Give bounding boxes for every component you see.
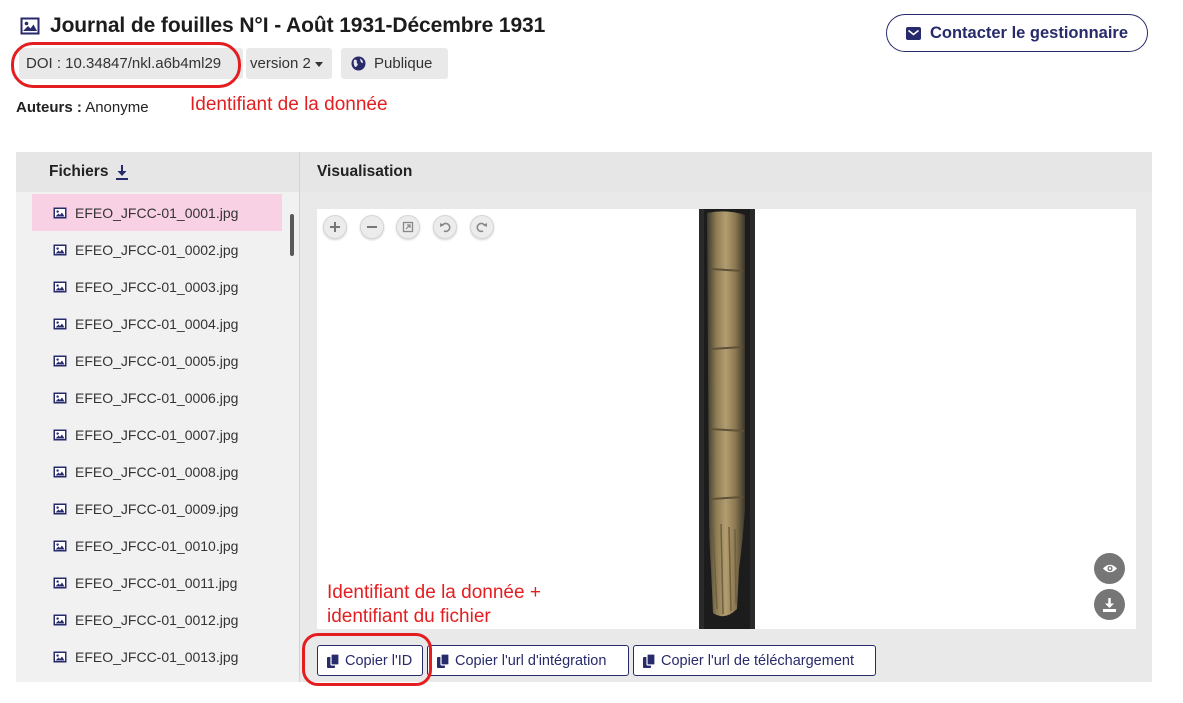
version-dropdown[interactable]: version 2	[246, 48, 332, 79]
file-name: EFEO_JFCC-01_0012.jpg	[75, 611, 239, 628]
image-file-icon	[53, 281, 67, 292]
image-file-icon	[53, 244, 67, 255]
contact-manager-button[interactable]: Contacter le gestionnaire	[886, 14, 1148, 52]
zoom-out-icon	[367, 226, 377, 228]
zoom-out-button[interactable]	[360, 215, 384, 239]
rotate-left-button[interactable]	[433, 215, 457, 239]
copy-download-url-label: Copier l'url de téléchargement	[661, 652, 854, 669]
image-file-icon	[53, 614, 67, 625]
image-file-icon	[53, 429, 67, 440]
download-button[interactable]	[1094, 589, 1125, 620]
image-file-icon	[53, 466, 67, 477]
image-file-icon	[53, 207, 67, 218]
image-file-icon	[53, 392, 67, 403]
file-list-item[interactable]: EFEO_JFCC-01_0010.jpg	[32, 527, 282, 564]
image-file-icon	[53, 318, 67, 329]
file-list-item[interactable]: EFEO_JFCC-01_0012.jpg	[32, 601, 282, 638]
copy-download-url-button[interactable]: Copier l'url de téléchargement	[633, 645, 876, 676]
file-list-item[interactable]: EFEO_JFCC-01_0007.jpg	[32, 416, 282, 453]
authors: Auteurs : Anonyme	[16, 99, 149, 116]
contact-manager-label: Contacter le gestionnaire	[929, 23, 1129, 42]
files-title: Fichiers	[49, 163, 129, 181]
file-list-item[interactable]: EFEO_JFCC-01_0002.jpg	[32, 231, 282, 268]
authors-label: Auteurs :	[16, 99, 82, 116]
version-label: version 2	[250, 55, 311, 72]
file-name: EFEO_JFCC-01_0009.jpg	[75, 500, 239, 517]
file-list-item[interactable]: EFEO_JFCC-01_0013.jpg	[32, 638, 282, 675]
file-list-item[interactable]: EFEO_JFCC-01_0008.jpg	[32, 453, 282, 490]
envelope-icon	[905, 26, 921, 40]
copy-embed-url-label: Copier l'url d'intégration	[455, 652, 607, 669]
file-list-item[interactable]: EFEO_JFCC-01_0001.jpg	[32, 194, 282, 231]
file-list-item[interactable]: EFEO_JFCC-01_0009.jpg	[32, 490, 282, 527]
files-title-label: Fichiers	[49, 163, 109, 180]
authors-value: Anonyme	[85, 99, 149, 116]
file-list-item[interactable]: EFEO_JFCC-01_0005.jpg	[32, 342, 282, 379]
rotate-left-icon	[440, 222, 451, 233]
visualisation-title: Visualisation	[317, 163, 413, 180]
rotate-right-icon	[476, 222, 487, 233]
file-list-item[interactable]: EFEO_JFCC-01_0004.jpg	[32, 305, 282, 342]
image-file-icon	[53, 540, 67, 551]
eye-icon	[1102, 564, 1117, 573]
visibility-badge: Publique	[341, 48, 448, 79]
file-name: EFEO_JFCC-01_0011.jpg	[75, 574, 238, 591]
file-name: EFEO_JFCC-01_0001.jpg	[75, 204, 239, 221]
rotate-right-button[interactable]	[470, 215, 494, 239]
copy-id-label: Copier l'ID	[345, 652, 413, 669]
copy-embed-url-button[interactable]: Copier l'url d'intégration	[427, 645, 629, 676]
download-icon	[1103, 597, 1116, 612]
file-list-item[interactable]: EFEO_JFCC-01_0003.jpg	[32, 268, 282, 305]
copy-id-button[interactable]: Copier l'ID	[317, 645, 423, 676]
image-file-icon	[53, 651, 67, 662]
file-name: EFEO_JFCC-01_0005.jpg	[75, 352, 239, 369]
panel-divider	[299, 152, 300, 682]
copy-icon	[437, 653, 449, 668]
fit-screen-icon	[402, 221, 414, 233]
data-id-annotation: Identifiant de la donnée	[190, 94, 388, 115]
file-name: EFEO_JFCC-01_0007.jpg	[75, 426, 239, 443]
file-id-annotation-line2: identifiant du fichier	[327, 606, 491, 627]
file-name: EFEO_JFCC-01_0013.jpg	[75, 648, 239, 665]
doi-badge: DOI : 10.34847/nkl.a6b4ml29	[19, 48, 243, 79]
file-list-item[interactable]: EFEO_JFCC-01_0011.jpg	[32, 564, 282, 601]
file-name: EFEO_JFCC-01_0006.jpg	[75, 389, 239, 406]
visibility-label: Publique	[374, 55, 433, 72]
file-name: EFEO_JFCC-01_0010.jpg	[75, 537, 239, 554]
zoom-in-button[interactable]	[323, 215, 347, 239]
fit-screen-button[interactable]	[396, 215, 420, 239]
file-name: EFEO_JFCC-01_0002.jpg	[75, 241, 239, 258]
visualisation-header	[300, 152, 1152, 192]
page-title: Journal de fouilles N°I - Août 1931-Déce…	[50, 14, 546, 37]
file-id-annotation-line1: Identifiant de la donnée +	[327, 582, 541, 603]
file-name: EFEO_JFCC-01_0004.jpg	[75, 315, 239, 332]
view-button[interactable]	[1094, 553, 1125, 584]
file-list-scrollbar[interactable]	[290, 214, 294, 256]
globe-icon	[351, 56, 366, 71]
copy-icon	[643, 653, 655, 668]
file-name: EFEO_JFCC-01_0008.jpg	[75, 463, 239, 480]
file-name: EFEO_JFCC-01_0003.jpg	[75, 278, 239, 295]
book-spine-image	[699, 209, 755, 629]
download-all-icon[interactable]	[116, 164, 129, 180]
image-icon	[20, 17, 40, 35]
copy-icon	[327, 653, 339, 668]
image-file-icon	[53, 503, 67, 514]
file-list-item[interactable]: EFEO_JFCC-01_0006.jpg	[32, 379, 282, 416]
zoom-in-icon	[330, 222, 340, 232]
image-file-icon	[53, 577, 67, 588]
image-file-icon	[53, 355, 67, 366]
caret-down-icon	[314, 61, 323, 67]
